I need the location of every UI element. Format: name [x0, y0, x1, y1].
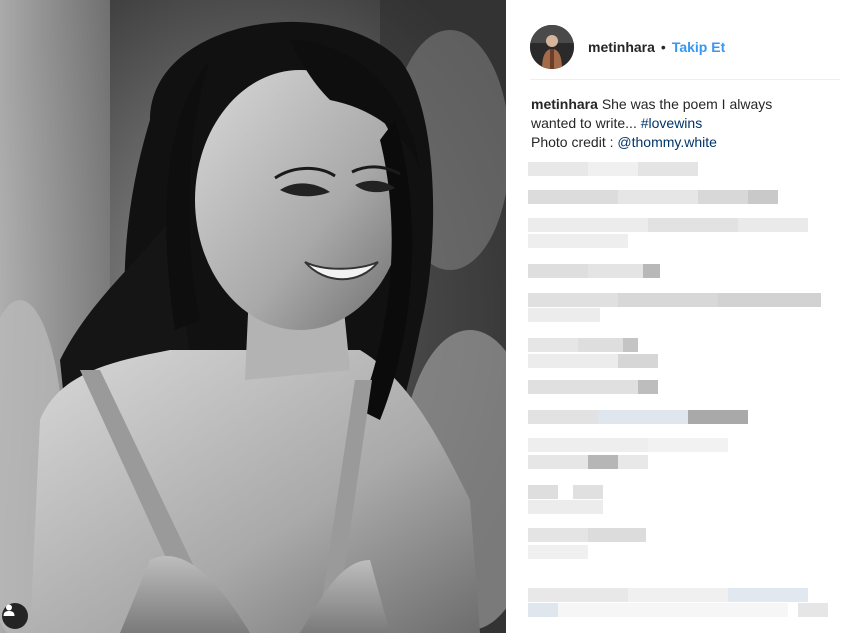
- blurred-comment: [528, 455, 648, 469]
- post-username-link[interactable]: metinhara: [588, 39, 655, 55]
- blurred-comment: [528, 500, 603, 514]
- photo-image: [0, 0, 506, 633]
- blurred-comment: [528, 588, 808, 602]
- blurred-comment: [528, 380, 658, 394]
- follow-button[interactable]: Takip Et: [672, 39, 725, 55]
- blurred-comment: [528, 354, 658, 368]
- blurred-comment: [528, 218, 808, 232]
- credit-mention-link[interactable]: @thommy.white: [617, 134, 717, 150]
- caption-username-link[interactable]: metinhara: [531, 96, 598, 112]
- blurred-comment: [528, 338, 638, 352]
- blurred-comment: [528, 528, 646, 542]
- blurred-comment: [528, 485, 603, 499]
- post-header: metinhara • Takip Et: [530, 14, 840, 80]
- person-tag-icon[interactable]: [2, 603, 28, 629]
- blurred-comment: [528, 410, 748, 424]
- post-caption: metinhara She was the poem I always want…: [531, 95, 831, 152]
- post-sidebar: metinhara • Takip Et metinhara She was t…: [506, 0, 850, 633]
- blurred-comment: [528, 545, 588, 559]
- post-photo[interactable]: [0, 0, 506, 633]
- blurred-comment: [528, 603, 828, 617]
- hashtag-link[interactable]: #lovewins: [641, 115, 702, 131]
- blurred-comment: [528, 308, 600, 322]
- blurred-comment: [528, 264, 660, 278]
- caption-text-line2: wanted to write...: [531, 115, 641, 131]
- photo-credit-label: Photo credit :: [531, 134, 618, 150]
- blurred-comment: [528, 190, 778, 204]
- avatar[interactable]: [530, 24, 574, 69]
- blurred-comment: [528, 438, 728, 452]
- blurred-comment: [528, 234, 628, 248]
- blurred-comment: [528, 293, 821, 307]
- blurred-comment: [528, 162, 698, 176]
- separator-dot: •: [660, 38, 666, 55]
- caption-text-line1: She was the poem I always: [601, 96, 773, 112]
